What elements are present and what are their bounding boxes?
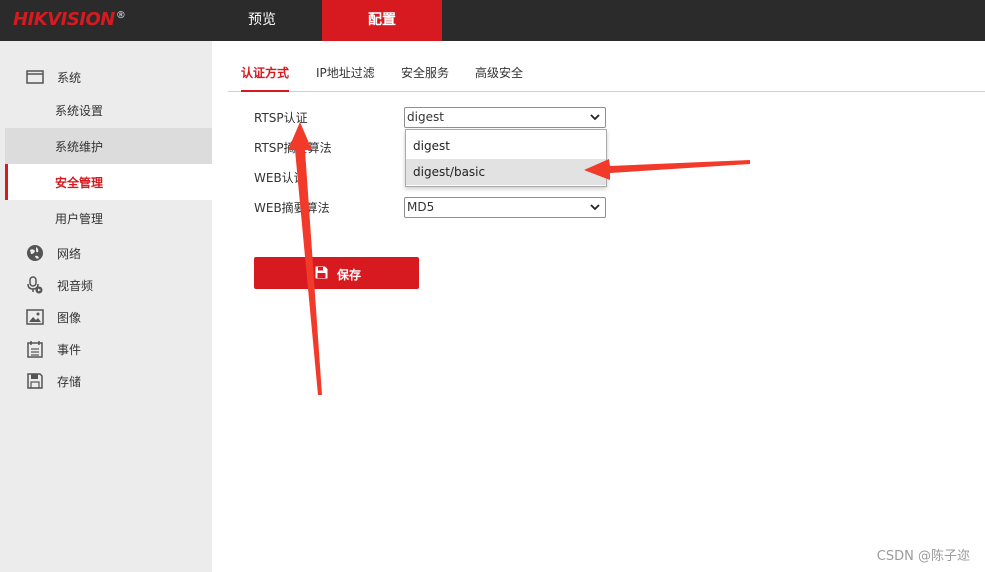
rtsp-auth-select[interactable]: digest (404, 107, 606, 128)
sidebar-group-system[interactable]: 系统 (0, 61, 212, 93)
save-button-label: 保存 (337, 268, 362, 282)
sidebar-item-user-management[interactable]: 用户管理 (5, 200, 212, 236)
tab-bar: 认证方式 IP地址过滤 安全服务 高级安全 (228, 56, 985, 92)
calendar-icon (27, 341, 43, 358)
sidebar-group-event[interactable]: 事件 (0, 333, 212, 365)
chevron-down-icon (590, 114, 600, 121)
microphone-icon (27, 276, 43, 294)
sidebar-group-label: 事件 (57, 343, 82, 357)
web-digest-select[interactable]: MD5 (404, 197, 606, 218)
tab-authentication[interactable]: 认证方式 (241, 64, 290, 92)
sidebar-item-label: 系统设置 (55, 104, 104, 118)
tab-advanced-security[interactable]: 高级安全 (475, 64, 523, 92)
web-auth-label: WEB认证 (254, 171, 306, 185)
sidebar-group-label: 存储 (57, 375, 82, 389)
sidebar-group-network[interactable]: 网络 (0, 237, 212, 269)
dropdown-option-digest-basic[interactable]: digest/basic (406, 159, 606, 185)
rtsp-digest-label: RTSP摘要算法 (254, 141, 332, 155)
sidebar-item-system-maintenance[interactable]: 系统维护 (5, 128, 212, 164)
web-digest-value: MD5 (407, 200, 435, 214)
sidebar-item-label: 用户管理 (55, 212, 104, 226)
tab-security-service[interactable]: 安全服务 (401, 64, 449, 92)
sidebar-group-label: 视音频 (57, 279, 94, 293)
sidebar-group-label: 系统 (57, 71, 82, 85)
chevron-down-icon (590, 204, 600, 211)
rtsp-auth-dropdown: digest digest/basic (405, 129, 607, 187)
web-digest-label: WEB摘要算法 (254, 201, 330, 215)
annotation-arrow-horizontal (584, 159, 750, 180)
sidebar-group-storage[interactable]: 存储 (0, 365, 212, 397)
sidebar: 系统 系统设置 系统维护 安全管理 用户管理 网络 视音频 图像 事件 存储 (0, 41, 212, 572)
save-button[interactable]: 保存 (254, 257, 419, 289)
sidebar-group-label: 图像 (57, 311, 82, 325)
floppy-icon (315, 266, 328, 279)
sidebar-item-label: 系统维护 (55, 140, 104, 154)
sidebar-item-label: 安全管理 (55, 176, 104, 190)
tab-ip-filter[interactable]: IP地址过滤 (316, 64, 375, 92)
floppy-icon (27, 373, 43, 389)
dropdown-option-digest[interactable]: digest (406, 133, 606, 159)
rtsp-auth-value: digest (407, 110, 444, 124)
sidebar-item-security-management[interactable]: 安全管理 (5, 164, 212, 200)
sidebar-group-image[interactable]: 图像 (0, 301, 212, 333)
nav-config[interactable]: 配置 (322, 0, 442, 41)
hikvision-logo: HIKVISION® (13, 9, 126, 30)
image-icon (26, 309, 44, 325)
globe-icon (27, 245, 43, 261)
sidebar-item-system-settings[interactable]: 系统设置 (5, 92, 212, 128)
sidebar-group-audio-video[interactable]: 视音频 (0, 269, 212, 301)
rtsp-auth-label: RTSP认证 (254, 111, 308, 125)
nav-preview[interactable]: 预览 (212, 0, 312, 41)
top-bar: HIKVISION® 预览 配置 (0, 0, 985, 41)
window-icon (26, 70, 44, 84)
sidebar-group-label: 网络 (57, 247, 82, 261)
csdn-watermark: CSDN @陈子迩 (876, 549, 970, 564)
